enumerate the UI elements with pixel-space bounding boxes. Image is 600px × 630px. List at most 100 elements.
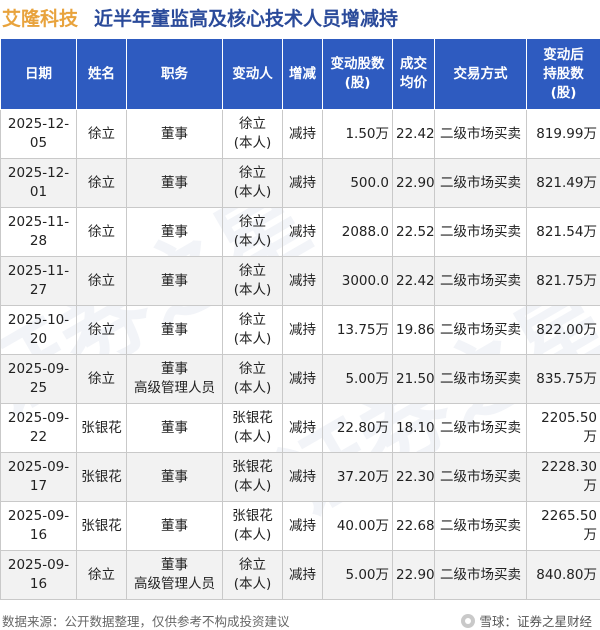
cell-name: 徐立 xyxy=(76,109,127,159)
column-header: 变动后 持股数 (股) xyxy=(526,38,600,110)
cell-price: 19.86 xyxy=(392,305,435,355)
cell-shares: 22.80万 xyxy=(322,403,393,453)
cell-changer: 徐立 (本人) xyxy=(222,256,283,306)
cell-name: 徐立 xyxy=(76,305,127,355)
cell-price: 21.50 xyxy=(392,354,435,404)
column-header: 变动人 xyxy=(222,38,283,110)
cell-changer: 徐立 (本人) xyxy=(222,354,283,404)
snowball-icon xyxy=(461,613,476,628)
cell-role: 董事 xyxy=(126,403,223,453)
column-header: 成交 均价 xyxy=(392,38,435,110)
cell-name: 徐立 xyxy=(76,256,127,306)
cell-changer: 张银花 (本人) xyxy=(222,403,283,453)
cell-role: 董事 高级管理人员 xyxy=(126,354,223,404)
table-row: 2025-12-05 徐立 董事 徐立 (本人) 减持 1.50万 22.42 二级市场买卖 8… xyxy=(0,109,600,159)
cell-role: 董事 xyxy=(126,452,223,502)
cell-name: 张银花 xyxy=(76,501,127,551)
cell-date: 2025-09-17 xyxy=(0,452,77,502)
cell-direction: 减持 xyxy=(282,452,323,502)
cell-direction: 减持 xyxy=(282,207,323,257)
cell-after-holdings: 821.49万 xyxy=(526,158,600,208)
cell-after-holdings: 821.75万 xyxy=(526,256,600,306)
column-header: 交易方式 xyxy=(434,38,527,110)
cell-after-holdings: 840.80万 xyxy=(526,550,600,600)
table-row: 2025-11-28 徐立 董事 徐立 (本人) 减持 2088.0 22.52 二级市场买卖… xyxy=(0,207,600,257)
column-header: 日期 xyxy=(0,38,77,110)
cell-direction: 减持 xyxy=(282,158,323,208)
cell-shares: 5.00万 xyxy=(322,550,393,600)
table-row: 2025-09-22 张银花 董事 张银花 (本人) 减持 22.80万 18.10 二级市场… xyxy=(0,403,600,453)
cell-after-holdings: 822.00万 xyxy=(526,305,600,355)
cell-method: 二级市场买卖 xyxy=(434,501,527,551)
cell-shares: 500.0 xyxy=(322,158,393,208)
title-bar: 艾隆科技 近半年董监高及核心技术人员增减持 xyxy=(0,0,600,34)
table-body: 2025-12-05 徐立 董事 徐立 (本人) 减持 1.50万 22.42 二级市场买卖 8… xyxy=(0,109,600,600)
cell-changer: 张银花 (本人) xyxy=(222,501,283,551)
cell-date: 2025-09-25 xyxy=(0,354,77,404)
column-header: 姓名 xyxy=(76,38,127,110)
cell-name: 徐立 xyxy=(76,550,127,600)
cell-direction: 减持 xyxy=(282,354,323,404)
table-row: 2025-11-27 徐立 董事 徐立 (本人) 减持 3000.0 22.42 二级市场买卖… xyxy=(0,256,600,306)
brand-credit: 雪球：证券之星财经 xyxy=(461,611,592,630)
cell-after-holdings: 819.99万 xyxy=(526,109,600,159)
cell-method: 二级市场买卖 xyxy=(434,109,527,159)
cell-role: 董事 xyxy=(126,501,223,551)
cell-changer: 徐立 (本人) xyxy=(222,158,283,208)
cell-name: 张银花 xyxy=(76,452,127,502)
cell-direction: 减持 xyxy=(282,109,323,159)
cell-price: 18.10 xyxy=(392,403,435,453)
cell-after-holdings: 2205.50万 xyxy=(526,403,600,453)
cell-price: 22.90 xyxy=(392,158,435,208)
table-row: 2025-09-25 徐立 董事 高级管理人员 徐立 (本人) 减持 5.00万 21.50… xyxy=(0,354,600,404)
cell-date: 2025-12-01 xyxy=(0,158,77,208)
page-title: 近半年董监高及核心技术人员增减持 xyxy=(94,7,399,30)
cell-role: 董事 高级管理人员 xyxy=(126,550,223,600)
cell-date: 2025-10-20 xyxy=(0,305,77,355)
cell-name: 徐立 xyxy=(76,354,127,404)
cell-direction: 减持 xyxy=(282,305,323,355)
cell-method: 二级市场买卖 xyxy=(434,305,527,355)
cell-method: 二级市场买卖 xyxy=(434,158,527,208)
column-header: 职务 xyxy=(126,38,223,110)
brand-text: 雪球：证券之星财经 xyxy=(479,615,592,629)
footer: 数据来源：公开数据整理，仅供参考不构成投资建议 雪球：证券之星财经 xyxy=(0,610,600,630)
cell-method: 二级市场买卖 xyxy=(434,256,527,306)
cell-shares: 40.00万 xyxy=(322,501,393,551)
cell-changer: 张银花 (本人) xyxy=(222,452,283,502)
column-header: 变动股数 (股) xyxy=(322,38,393,110)
cell-after-holdings: 835.75万 xyxy=(526,354,600,404)
cell-date: 2025-09-16 xyxy=(0,550,77,600)
cell-price: 22.52 xyxy=(392,207,435,257)
cell-price: 22.42 xyxy=(392,256,435,306)
table-row: 2025-12-01 徐立 董事 徐立 (本人) 减持 500.0 22.90 二级市场买卖 8… xyxy=(0,158,600,208)
cell-date: 2025-12-05 xyxy=(0,109,77,159)
cell-changer: 徐立 (本人) xyxy=(222,109,283,159)
cell-name: 徐立 xyxy=(76,207,127,257)
cell-direction: 减持 xyxy=(282,403,323,453)
cell-method: 二级市场买卖 xyxy=(434,550,527,600)
cell-date: 2025-11-27 xyxy=(0,256,77,306)
cell-shares: 37.20万 xyxy=(322,452,393,502)
cell-shares: 3000.0 xyxy=(322,256,393,306)
cell-shares: 2088.0 xyxy=(322,207,393,257)
cell-shares: 13.75万 xyxy=(322,305,393,355)
cell-date: 2025-09-16 xyxy=(0,501,77,551)
cell-method: 二级市场买卖 xyxy=(434,354,527,404)
cell-after-holdings: 821.54万 xyxy=(526,207,600,257)
cell-date: 2025-11-28 xyxy=(0,207,77,257)
cell-role: 董事 xyxy=(126,256,223,306)
cell-role: 董事 xyxy=(126,158,223,208)
company-name: 艾隆科技 xyxy=(2,7,79,30)
cell-date: 2025-09-22 xyxy=(0,403,77,453)
cell-name: 徐立 xyxy=(76,158,127,208)
column-header: 增减 xyxy=(282,38,323,110)
table-row: 2025-09-17 张银花 董事 张银花 (本人) 减持 37.20万 22.30 二级市场… xyxy=(0,452,600,502)
table-header-row: 日期 姓名 职务 变动人 增减 变动股数 (股) 成交 均价 交易方式 变动后 持股数 (股) xyxy=(0,38,600,110)
cell-price: 22.90 xyxy=(392,550,435,600)
cell-changer: 徐立 (本人) xyxy=(222,550,283,600)
cell-price: 22.30 xyxy=(392,452,435,502)
cell-after-holdings: 2265.50万 xyxy=(526,501,600,551)
data-source-note: 数据来源：公开数据整理，仅供参考不构成投资建议 xyxy=(2,615,290,629)
cell-method: 二级市场买卖 xyxy=(434,207,527,257)
